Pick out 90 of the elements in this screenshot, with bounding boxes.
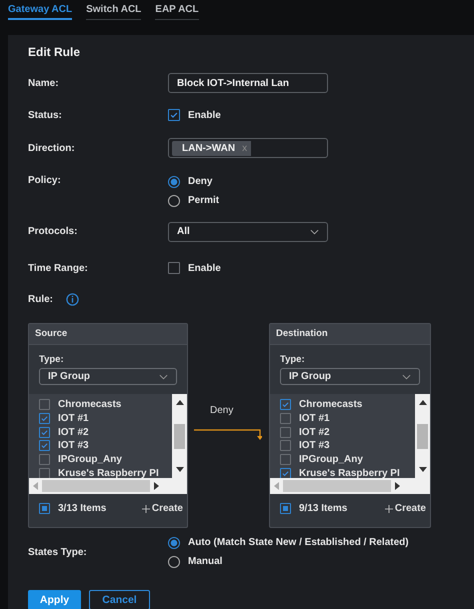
- checkbox[interactable]: [280, 440, 291, 452]
- scroll-down-icon[interactable]: [418, 467, 426, 472]
- type-dropdown[interactable]: IP Group: [280, 368, 420, 385]
- scroll-right-icon[interactable]: [154, 482, 159, 490]
- list-item-label[interactable]: IOT #2: [299, 426, 330, 438]
- checkbox[interactable]: [39, 454, 50, 466]
- create-button[interactable]: Create: [384, 503, 426, 514]
- scroll-left-icon[interactable]: [33, 482, 38, 490]
- scroll-right-icon[interactable]: [395, 482, 400, 490]
- plus-icon: [384, 504, 393, 512]
- panel-title: Edit Rule: [28, 45, 82, 61]
- item-count: 3/13 Items: [58, 503, 108, 514]
- checkbox[interactable]: [280, 454, 291, 466]
- checkbox[interactable]: [168, 109, 180, 121]
- tab[interactable]: Switch ACL: [86, 3, 142, 20]
- radio-label: Manual: [188, 556, 222, 567]
- cancel-button[interactable]: Cancel: [89, 590, 150, 609]
- scrollbar-thumb[interactable]: [417, 424, 428, 448]
- group-title: Destination: [270, 324, 430, 345]
- list-item-label[interactable]: Chromecasts: [299, 399, 362, 410]
- direction-field[interactable]: LAN->WAN x: [168, 138, 328, 158]
- field-label: Rule:: [28, 294, 54, 304]
- checkbox-label: Enable: [188, 110, 221, 120]
- checkbox[interactable]: [280, 399, 291, 410]
- checkbox[interactable]: [168, 262, 180, 274]
- select-all-checkbox[interactable]: [39, 503, 50, 514]
- check-icon: [281, 400, 290, 410]
- info-icon[interactable]: [66, 292, 79, 306]
- list-item-label[interactable]: Kruse's Raspberry PI: [299, 468, 400, 478]
- horizontal-scrollbar[interactable]: [29, 478, 187, 494]
- select-all-checkbox[interactable]: [280, 503, 291, 514]
- checkbox[interactable]: [39, 440, 50, 452]
- tab[interactable]: EAP ACL: [155, 3, 199, 20]
- scroll-left-icon[interactable]: [274, 482, 279, 490]
- horizontal-scrollbar[interactable]: [270, 478, 430, 494]
- check-icon: [169, 110, 179, 120]
- chevron-down-icon: [310, 228, 319, 234]
- plus-icon: [142, 504, 150, 512]
- scroll-up-icon[interactable]: [176, 400, 184, 405]
- field-label: Name:: [28, 78, 60, 88]
- protocols-dropdown[interactable]: All: [168, 222, 328, 242]
- list-item-label[interactable]: Kruse's Raspberry PI: [58, 468, 159, 478]
- scrollbar-thumb[interactable]: [174, 424, 185, 448]
- checkbox-label: Enable: [188, 262, 221, 274]
- name-field[interactable]: Block IOT->Internal Lan: [168, 73, 328, 93]
- list-item-label[interactable]: IOT #1: [299, 413, 330, 424]
- checkbox[interactable]: [39, 413, 50, 424]
- item-count: 9/13 Items: [299, 503, 348, 514]
- radio-button[interactable]: [168, 176, 180, 188]
- field-label: Type:: [279, 353, 306, 367]
- scroll-down-icon[interactable]: [176, 467, 184, 472]
- check-icon: [281, 468, 290, 478]
- field-label: Time Range:: [28, 262, 89, 274]
- scrollbar-thumb[interactable]: [283, 480, 391, 492]
- tab[interactable]: Gateway ACL: [8, 3, 72, 20]
- scrollbar-thumb[interactable]: [42, 480, 150, 492]
- radio-label: Auto (Match State New / Established / Related): [188, 537, 409, 548]
- radio-label: Deny: [188, 176, 212, 187]
- list-item-label[interactable]: IPGroup_Any: [58, 454, 122, 466]
- create-button[interactable]: Create: [142, 503, 183, 514]
- field-label: Status:: [28, 110, 63, 120]
- vertical-scrollbar[interactable]: [415, 394, 430, 478]
- list-item-label[interactable]: IPGroup_Any: [299, 454, 363, 466]
- field-label: Protocols:: [28, 226, 78, 237]
- checkbox[interactable]: [280, 413, 291, 424]
- radio-label: Permit: [188, 195, 220, 206]
- field-label: Policy:: [28, 175, 62, 186]
- checkbox[interactable]: [280, 426, 291, 438]
- direction-tag: LAN->WAN: [172, 140, 240, 156]
- chevron-down-icon: [159, 374, 168, 380]
- list-item-label[interactable]: IOT #1: [58, 413, 89, 424]
- chevron-down-icon: [402, 374, 411, 380]
- list-item-label[interactable]: Chromecasts: [58, 399, 122, 410]
- type-dropdown[interactable]: IP Group: [39, 368, 177, 385]
- action-label: Deny: [210, 405, 234, 416]
- list-item-label[interactable]: IOT #2: [58, 426, 89, 438]
- field-label: States Type:: [28, 546, 88, 558]
- list-item-label[interactable]: IOT #3: [299, 440, 330, 452]
- vertical-scrollbar[interactable]: [172, 394, 187, 478]
- checkbox[interactable]: [39, 426, 50, 438]
- arrow-connector: [194, 427, 262, 441]
- radio-button[interactable]: [168, 194, 180, 206]
- radio-button[interactable]: [168, 536, 180, 548]
- field-label: Direction:: [28, 142, 76, 154]
- list-item-label[interactable]: IOT #3: [58, 440, 89, 452]
- checkbox[interactable]: [39, 399, 50, 410]
- group-title: Source: [29, 324, 187, 345]
- scroll-up-icon[interactable]: [418, 400, 426, 405]
- radio-button[interactable]: [168, 556, 180, 568]
- field-label: Type:: [38, 353, 65, 367]
